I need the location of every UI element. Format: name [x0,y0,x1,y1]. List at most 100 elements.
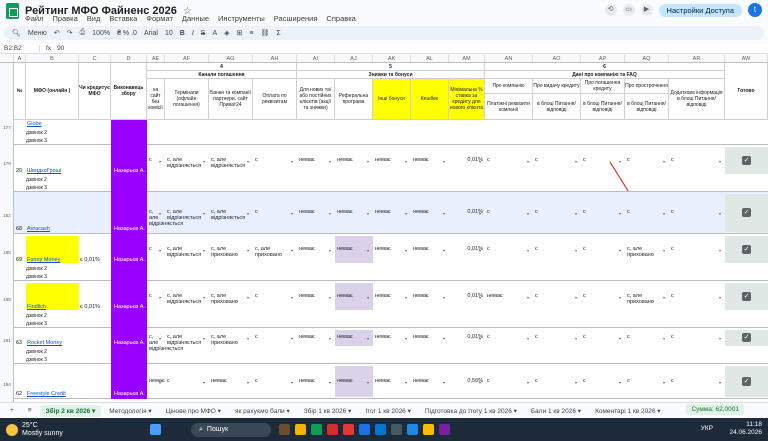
cell-value[interactable]: с [627,334,667,340]
dropdown-chevron-icon[interactable]: ▾ [291,336,293,341]
col-header[interactable]: AR [669,55,725,62]
font-size[interactable]: 10 [165,30,173,37]
cell-value[interactable]: немає [299,209,333,215]
dropdown-chevron-icon[interactable]: ▾ [159,336,161,341]
cell-value[interactable]: с [627,157,667,163]
dropdown-chevron-icon[interactable]: ▾ [329,248,331,253]
dropdown-chevron-icon[interactable]: ▾ [203,211,205,216]
cell-value[interactable]: с, але приховано [211,246,251,258]
sheet-tab[interactable]: Ітог 1 кв 2026 ▾ [359,405,417,417]
taskbar-search[interactable]: ⌕ Пошук [191,422,271,437]
dropdown-chevron-icon[interactable]: ▾ [247,248,249,253]
dropdown-chevron-icon[interactable]: ▾ [719,336,721,341]
dropdown-chevron-icon[interactable]: ▾ [159,295,161,300]
dropdown-chevron-icon[interactable]: ▾ [159,380,161,385]
cell-value[interactable]: с [583,334,623,340]
cell-value[interactable]: немає [337,293,371,299]
sheet-tab[interactable]: як рахуємо бали ▾ [229,405,296,417]
dropdown-chevron-icon[interactable]: ▾ [527,295,529,300]
dropdown-chevron-icon[interactable]: ▾ [527,159,529,164]
cell-value[interactable]: с [535,293,579,299]
mfo-name[interactable]: Freestyle Credit [27,391,66,397]
sheet-tab[interactable]: Бали 1 кв 2026 ▾ [525,405,587,417]
cell-value[interactable]: немає [337,246,371,252]
add-sheet-icon[interactable]: + [4,405,20,416]
cell-value[interactable]: с [627,378,667,384]
cell-value[interactable]: с [671,209,723,215]
windows-start-icon[interactable] [150,424,161,435]
menu-4[interactable]: Формат [146,14,173,24]
history-icon[interactable]: ⟲ [604,4,617,16]
weather-widget[interactable]: 25°C Mostly sunny [0,422,120,438]
cell-value[interactable]: немає [375,246,409,252]
dropdown-chevron-icon[interactable]: ▾ [575,159,577,164]
col-header[interactable]: AE [147,55,165,62]
cell-value[interactable]: с, але відрізняється [167,209,207,221]
dropdown-chevron-icon[interactable]: ▾ [203,380,205,385]
fill-icon[interactable]: ◈ [224,29,229,37]
dropdown-chevron-icon[interactable]: ▾ [479,336,481,341]
menu-8[interactable]: Справка [326,14,355,24]
mfo-name[interactable]: Funny Money [27,257,60,263]
cell-value[interactable]: немає [337,378,371,384]
dropdown-chevron-icon[interactable]: ▾ [527,380,529,385]
cell-value[interactable]: с [671,157,723,163]
cell-value[interactable]: с [535,378,579,384]
menu-0[interactable]: Файл [25,14,43,24]
cell-value[interactable]: с, але відрізняється [167,293,207,305]
cell-value[interactable]: с, але приховано [211,334,251,346]
bold-icon[interactable]: B [180,30,185,37]
formula-input[interactable]: 90 [51,45,64,52]
tray-lang[interactable]: УКР [701,425,713,432]
menu-6[interactable]: Инструменты [218,14,265,24]
dropdown-chevron-icon[interactable]: ▾ [527,336,529,341]
row-number[interactable]: 177 [0,125,14,130]
dropdown-chevron-icon[interactable]: ▾ [405,248,407,253]
dropdown-chevron-icon[interactable]: ▾ [663,336,665,341]
col-header[interactable]: A [14,55,26,62]
dropdown-chevron-icon[interactable]: ▾ [719,159,721,164]
dropdown-chevron-icon[interactable]: ▾ [203,248,205,253]
cell-value[interactable]: с [627,209,667,215]
col-header[interactable]: AK [373,55,411,62]
col-header[interactable]: AF [165,55,209,62]
cell-value[interactable]: немає [413,293,447,299]
cell-value[interactable]: немає [299,246,333,252]
app-icon-5[interactable] [375,424,386,435]
dropdown-chevron-icon[interactable]: ▾ [479,248,481,253]
cell-value[interactable]: немає [299,334,333,340]
cell-value[interactable]: с [535,209,579,215]
cell-value[interactable]: с [487,378,531,384]
font-select[interactable]: Arial [144,30,158,37]
cell-value[interactable]: немає [413,157,447,163]
dropdown-chevron-icon[interactable]: ▾ [663,295,665,300]
cell-value[interactable]: немає [375,378,409,384]
cell-value[interactable]: с, але приховано [627,293,667,305]
dropdown-chevron-icon[interactable]: ▾ [329,211,331,216]
menu-3[interactable]: Вставка [109,14,137,24]
cell-value[interactable]: с [671,293,723,299]
folder-icon[interactable] [295,424,306,435]
dropdown-chevron-icon[interactable]: ▾ [663,248,665,253]
row-number[interactable]: 188 [0,297,14,302]
dropdown-chevron-icon[interactable]: ▾ [719,380,721,385]
text-color-icon[interactable]: A [212,30,217,37]
dropdown-chevron-icon[interactable]: ▾ [443,211,445,216]
dropdown-chevron-icon[interactable]: ▾ [443,336,445,341]
cell-value[interactable]: с, але приховано [627,246,667,258]
dropdown-chevron-icon[interactable]: ▾ [479,159,481,164]
dropdown-chevron-icon[interactable]: ▾ [575,336,577,341]
share-button[interactable]: Настройки Доступа [658,3,742,17]
cell-value[interactable]: с [583,293,623,299]
dropdown-chevron-icon[interactable]: ▾ [247,159,249,164]
clock[interactable]: 11:18 24.06.2026 [729,421,762,437]
dropdown-chevron-icon[interactable]: ▾ [247,380,249,385]
dropdown-chevron-icon[interactable]: ▾ [367,159,369,164]
dropdown-chevron-icon[interactable]: ▾ [291,211,293,216]
cell-value[interactable]: с [487,209,531,215]
cell-value[interactable]: с [255,334,295,340]
cell-value[interactable]: с [671,378,723,384]
redo-icon[interactable]: ↷ [67,29,73,37]
comment-icon[interactable]: ▭ [622,4,635,16]
cell-value[interactable]: с, але відрізняється [211,209,251,221]
